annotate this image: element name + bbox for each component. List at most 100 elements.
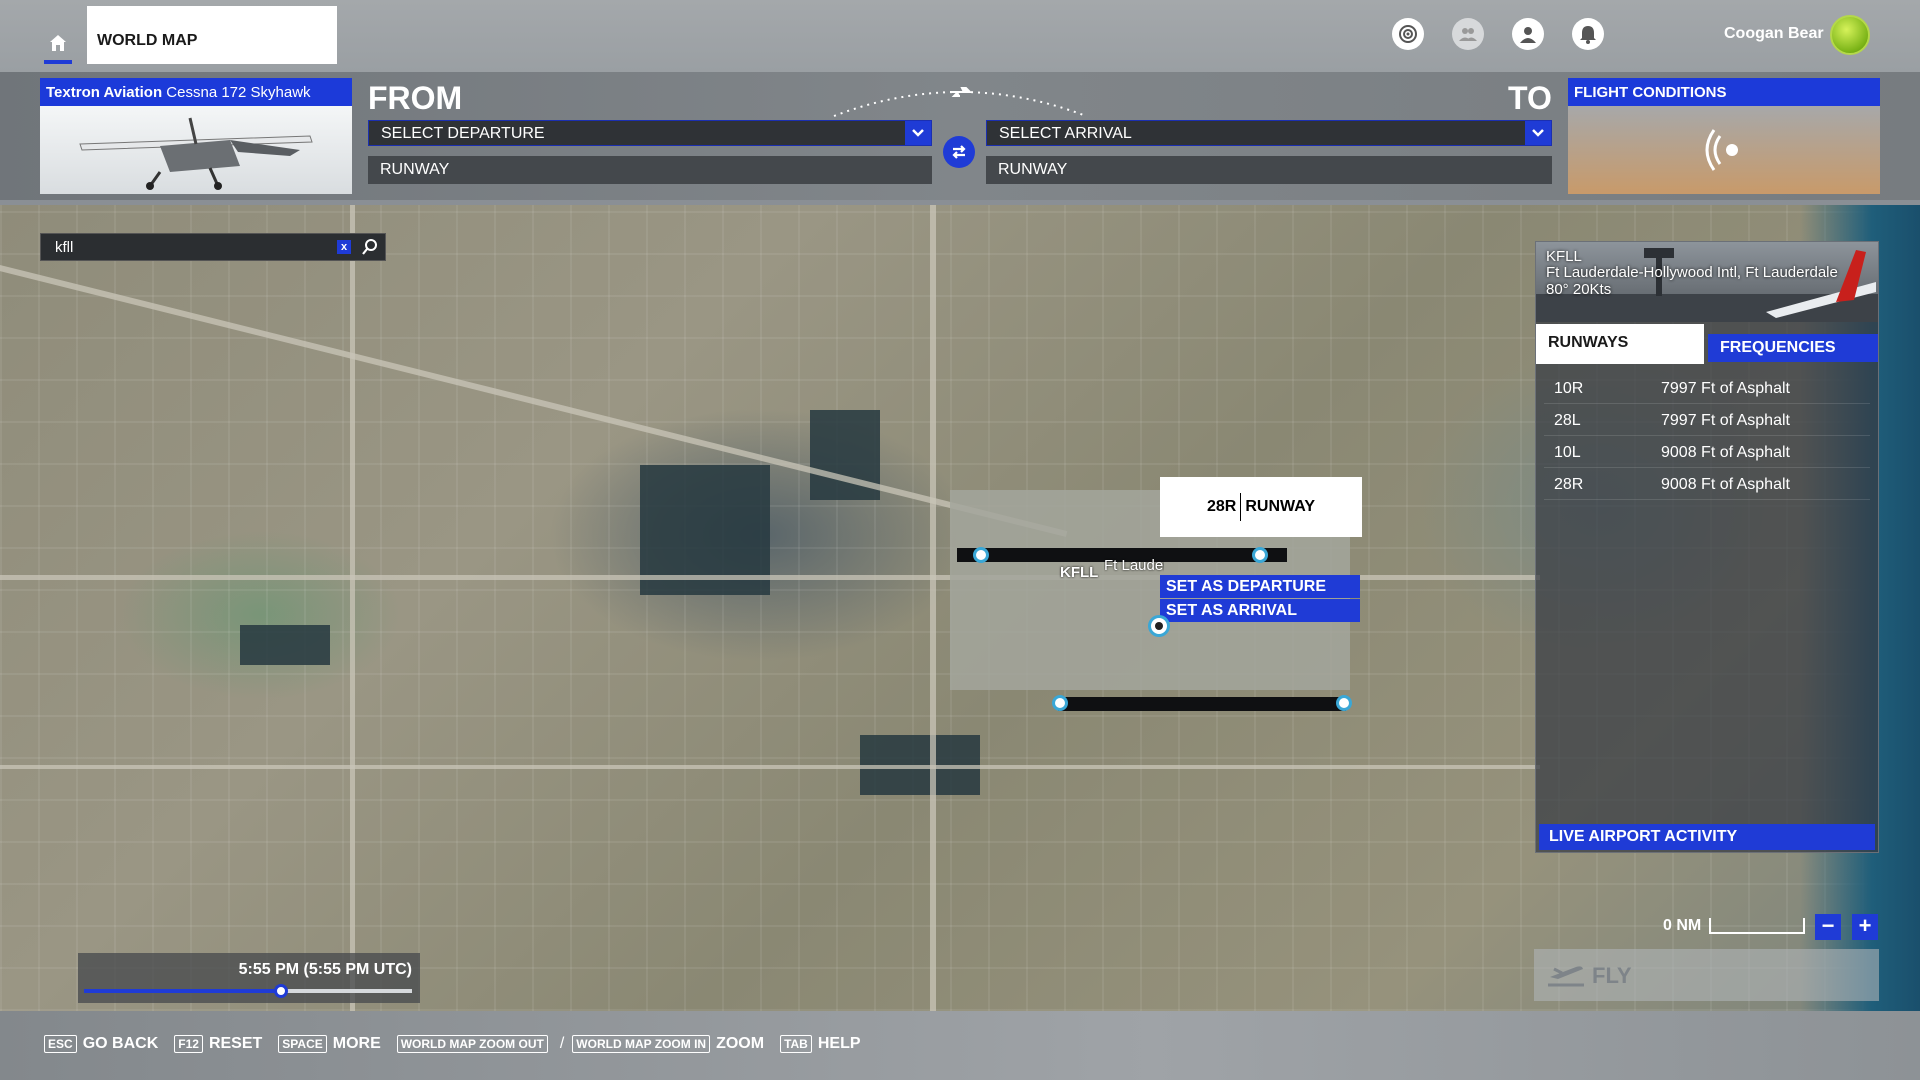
arrival-runway-select[interactable]: RUNWAY xyxy=(986,156,1552,184)
flight-setup-bar: Textron Aviation Cessna 172 Skyhawk FROM… xyxy=(0,72,1920,200)
time-of-day-panel: 5:55 PM (5:55 PM UTC) xyxy=(78,953,420,1003)
key-f12: F12 xyxy=(174,1035,203,1053)
arrival-runway-label: RUNWAY xyxy=(998,161,1068,178)
airport-context-menu: SET AS DEPARTURE SET AS ARRIVAL xyxy=(1160,575,1360,623)
key-esc: ESC xyxy=(44,1035,77,1053)
from-label: FROM xyxy=(368,80,463,116)
hint-go-back[interactable]: ESC GO BACK xyxy=(44,1035,158,1053)
list-item[interactable]: 10R 7997 Ft of Asphalt xyxy=(1544,372,1870,404)
aircraft-title: Textron Aviation Cessna 172 Skyhawk xyxy=(40,78,352,106)
airport-marker-name: Ft Lauderdale-Hollywood xyxy=(1104,557,1164,574)
time-slider-fill xyxy=(84,989,281,993)
aircraft-image xyxy=(40,106,352,194)
notifications-icon xyxy=(1580,26,1596,44)
set-arrival-button[interactable]: SET AS ARRIVAL xyxy=(1160,599,1360,622)
runway-code: 28R xyxy=(1554,476,1584,493)
tooltip-divider xyxy=(1240,493,1242,521)
runway-length: 7997 Ft of Asphalt xyxy=(1661,412,1790,429)
route-arc-icon xyxy=(833,87,1087,117)
runway-code: 10R xyxy=(1554,380,1584,397)
departure-runway-select[interactable]: RUNWAY xyxy=(368,156,932,184)
notifications-button[interactable] xyxy=(1572,18,1604,50)
home-button[interactable] xyxy=(44,30,72,64)
tab-runways[interactable]: RUNWAYS xyxy=(1536,324,1704,364)
home-icon xyxy=(50,35,66,51)
takeoff-icon xyxy=(1548,966,1584,987)
hint-zoom-out[interactable]: WORLD MAP ZOOM OUT xyxy=(396,1035,554,1053)
hint-label: HELP xyxy=(817,1035,861,1052)
profile-button[interactable] xyxy=(1512,18,1544,50)
list-item[interactable]: 10L 9008 Ft of Asphalt xyxy=(1544,436,1870,468)
airport-info-panel: KFLL Ft Lauderdale-Hollywood Intl, Ft La… xyxy=(1535,241,1879,853)
clear-search-button[interactable]: x xyxy=(337,240,351,254)
hint-more[interactable]: SPACE MORE xyxy=(278,1035,381,1053)
activity-icon xyxy=(1399,25,1417,43)
tab-frequencies[interactable]: FREQUENCIES xyxy=(1708,334,1878,362)
search-icon[interactable] xyxy=(361,238,379,256)
hint-help[interactable]: TAB HELP xyxy=(780,1035,861,1053)
arrival-select-value: SELECT ARRIVAL xyxy=(999,125,1132,142)
hint-separator: / xyxy=(559,1035,565,1052)
aircraft-card[interactable]: Textron Aviation Cessna 172 Skyhawk xyxy=(40,78,352,194)
tab-world-map[interactable]: WORLD MAP xyxy=(87,6,337,64)
user-name: Coogan Bear xyxy=(1724,25,1824,42)
chevron-down-icon xyxy=(1525,121,1551,145)
list-item[interactable]: 28R 9008 Ft of Asphalt xyxy=(1544,468,1870,500)
search-input[interactable] xyxy=(41,234,331,260)
road xyxy=(350,205,355,1011)
runway-length: 9008 Ft of Asphalt xyxy=(1661,444,1790,461)
runway-threshold-marker[interactable] xyxy=(1336,695,1352,711)
airport-name: Ft Lauderdale-Hollywood Intl, Ft Lauderd… xyxy=(1546,264,1838,281)
flight-conditions-card[interactable]: FLIGHT CONDITIONS xyxy=(1568,78,1880,194)
friends-button[interactable] xyxy=(1452,18,1484,50)
chevron-down-icon xyxy=(905,121,931,145)
departure-select[interactable]: SELECT DEPARTURE xyxy=(368,120,932,146)
hint-reset[interactable]: F12 RESET xyxy=(174,1035,262,1053)
runway-code: 10L xyxy=(1554,444,1581,461)
hint-label: ZOOM xyxy=(716,1035,765,1052)
hint-zoom[interactable]: WORLD MAP ZOOM IN ZOOM xyxy=(572,1035,764,1053)
lake xyxy=(240,625,330,665)
swap-route-button[interactable] xyxy=(943,136,975,168)
runway-10r-28l[interactable] xyxy=(1058,697,1346,711)
runway-code: 28L xyxy=(1554,412,1581,429)
fly-button[interactable]: FLY xyxy=(1534,949,1879,1001)
flight-conditions-title: FLIGHT CONDITIONS xyxy=(1568,78,1880,106)
runway-threshold-marker[interactable] xyxy=(1252,547,1268,563)
friends-icon xyxy=(1459,28,1477,41)
set-departure-button[interactable]: SET AS DEPARTURE xyxy=(1160,575,1360,598)
aircraft-brand: Textron Aviation xyxy=(46,84,163,101)
hint-label: GO BACK xyxy=(82,1035,159,1052)
list-item[interactable]: 28L 7997 Ft of Asphalt xyxy=(1544,404,1870,436)
arrival-select[interactable]: SELECT ARRIVAL xyxy=(986,120,1552,146)
time-slider-handle[interactable] xyxy=(273,984,288,998)
runway-tooltip-label: RUNWAY xyxy=(1245,498,1315,515)
avatar[interactable] xyxy=(1830,15,1870,55)
zoom-in-button[interactable]: + xyxy=(1852,914,1878,940)
runway-list: 10R 7997 Ft of Asphalt 28L 7997 Ft of As… xyxy=(1544,372,1870,500)
runway-length: 7997 Ft of Asphalt xyxy=(1661,380,1790,397)
airport-search: x xyxy=(40,233,386,261)
live-airport-activity-button[interactable]: LIVE AIRPORT ACTIVITY xyxy=(1539,824,1875,850)
airport-marker-code: KFLL xyxy=(1060,564,1099,581)
runway-tooltip: 28R RUNWAY xyxy=(1160,477,1362,537)
map-scale-bar xyxy=(1709,918,1805,934)
runway-threshold-marker[interactable] xyxy=(973,547,989,563)
profile-icon xyxy=(1520,27,1536,43)
zoom-out-button[interactable]: − xyxy=(1815,914,1841,940)
airport-pin[interactable] xyxy=(1148,615,1170,637)
time-slider[interactable] xyxy=(84,984,412,998)
flight-conditions-preview xyxy=(1568,106,1880,194)
live-weather-icon xyxy=(1705,129,1738,171)
runway-threshold-marker[interactable] xyxy=(1052,695,1068,711)
time-label: 5:55 PM (5:55 PM UTC) xyxy=(238,961,412,978)
control-hints-bar: ESC GO BACK F12 RESET SPACE MORE WORLD M… xyxy=(0,1011,1920,1080)
runway-length: 9008 Ft of Asphalt xyxy=(1661,476,1790,493)
activity-button[interactable] xyxy=(1392,18,1424,50)
to-label: TO xyxy=(1508,80,1552,116)
world-map[interactable]: x 28R RUNWAY KFLL Ft Lauderdale-Hollywoo… xyxy=(0,205,1920,1011)
airport-tabs: RUNWAYS FREQUENCIES xyxy=(1536,324,1878,364)
map-scale-label: 0 NM xyxy=(1663,917,1702,934)
highway xyxy=(930,205,936,1011)
airport-code: KFLL xyxy=(1546,248,1582,265)
